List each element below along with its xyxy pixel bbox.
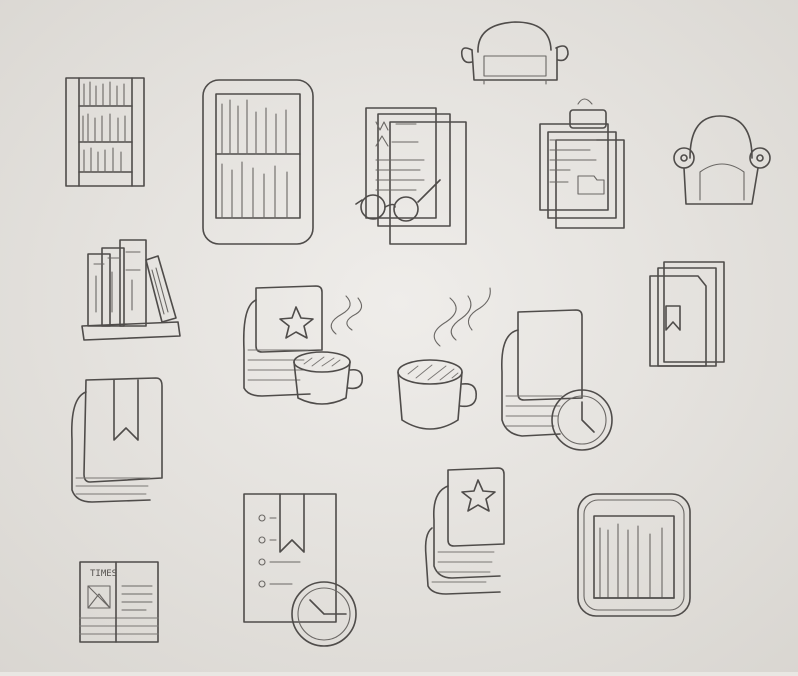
- newspaper-masthead: TIMES: [90, 569, 117, 579]
- sketch-sheet: TIMES: [0, 0, 798, 672]
- paper-background: [0, 0, 798, 672]
- pencil-sketch-drawing: TIMES: [0, 0, 798, 672]
